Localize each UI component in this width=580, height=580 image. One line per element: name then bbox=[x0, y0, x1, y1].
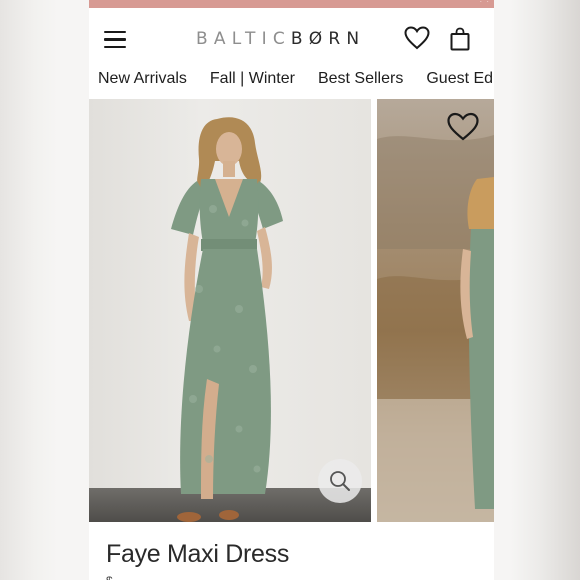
search-icon bbox=[330, 471, 350, 491]
product-image-secondary[interactable] bbox=[377, 99, 494, 522]
product-price: $ bbox=[106, 574, 113, 580]
logo-primary: BALTIC bbox=[196, 29, 291, 49]
product-image-main[interactable] bbox=[89, 99, 371, 522]
brand-logo[interactable]: BALTICBØRN bbox=[196, 29, 365, 49]
heart-icon[interactable] bbox=[404, 26, 430, 50]
nav-item-guest-edit[interactable]: Guest Edit bbox=[426, 70, 494, 88]
bag-icon[interactable] bbox=[450, 27, 470, 51]
logo-secondary: BØRN bbox=[290, 29, 366, 49]
model-figure-secondary bbox=[377, 135, 494, 522]
zoom-button[interactable] bbox=[318, 459, 362, 503]
category-nav: New Arrivals Fall | Winter Best Sellers … bbox=[89, 62, 494, 96]
promo-bar[interactable]: · · bbox=[89, 0, 494, 8]
product-title[interactable]: Faye Maxi Dress bbox=[106, 540, 289, 569]
nav-item-best-sellers[interactable]: Best Sellers bbox=[318, 70, 403, 88]
model-figure bbox=[171, 117, 283, 522]
promo-text: · · bbox=[479, 0, 490, 6]
mobile-viewport: · · BALTICBØRN New Arrivals Fall | Winte… bbox=[89, 0, 494, 580]
menu-icon[interactable] bbox=[104, 31, 126, 48]
wishlist-heart-icon[interactable] bbox=[446, 112, 480, 142]
site-header: BALTICBØRN bbox=[89, 8, 494, 60]
nav-item-new-arrivals[interactable]: New Arrivals bbox=[98, 70, 187, 88]
nav-item-fall-winter[interactable]: Fall | Winter bbox=[210, 70, 295, 88]
